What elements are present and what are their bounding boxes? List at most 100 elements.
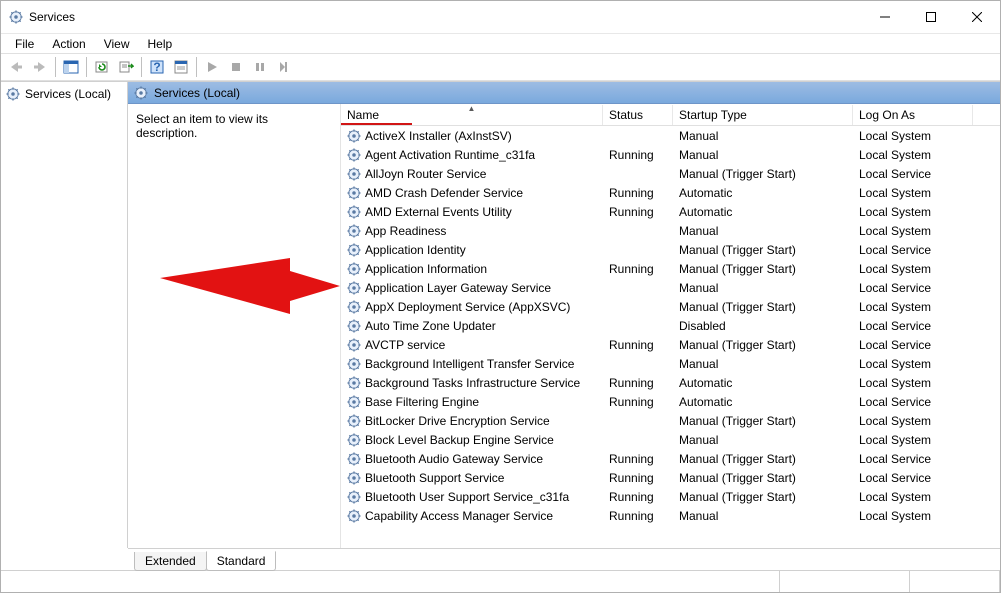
service-startup: Disabled — [673, 319, 853, 333]
column-label: Name — [347, 108, 379, 122]
service-logon: Local System — [853, 148, 973, 162]
service-status: Running — [603, 262, 673, 276]
toolbar-refresh[interactable] — [91, 56, 113, 78]
service-logon: Local Service — [853, 471, 973, 485]
list-rows[interactable]: ActiveX Installer (AxInstSV)ManualLocal … — [341, 126, 1000, 548]
service-startup: Manual — [673, 224, 853, 238]
toolbar-restart[interactable] — [273, 56, 295, 78]
toolbar-stop[interactable] — [225, 56, 247, 78]
navigation-pane: Services (Local) — [1, 82, 128, 548]
service-name: Auto Time Zone Updater — [365, 319, 496, 333]
service-row[interactable]: Application IdentityManual (Trigger Star… — [341, 240, 1000, 259]
tab-extended[interactable]: Extended — [134, 552, 207, 571]
service-row[interactable]: AllJoyn Router ServiceManual (Trigger St… — [341, 164, 1000, 183]
toolbar-start[interactable] — [201, 56, 223, 78]
service-name: AppX Deployment Service (AppXSVC) — [365, 300, 570, 314]
service-row[interactable]: Bluetooth Audio Gateway ServiceRunningMa… — [341, 449, 1000, 468]
service-startup: Manual (Trigger Start) — [673, 300, 853, 314]
toolbar-export[interactable] — [115, 56, 137, 78]
service-logon: Local Service — [853, 338, 973, 352]
service-logon: Local System — [853, 262, 973, 276]
service-startup: Automatic — [673, 205, 853, 219]
service-row[interactable]: Background Intelligent Transfer ServiceM… — [341, 354, 1000, 373]
titlebar: Services — [1, 1, 1000, 33]
gear-icon — [347, 300, 361, 314]
column-label: Startup Type — [679, 108, 747, 122]
maximize-button[interactable] — [908, 1, 954, 33]
service-startup: Manual (Trigger Start) — [673, 490, 853, 504]
nav-services-local[interactable]: Services (Local) — [4, 86, 124, 102]
toolbar-show-hide-tree[interactable] — [60, 56, 82, 78]
toolbar-back[interactable] — [5, 56, 27, 78]
service-status: Running — [603, 148, 673, 162]
service-startup: Automatic — [673, 395, 853, 409]
gear-icon — [347, 205, 361, 219]
service-row[interactable]: Application InformationRunningManual (Tr… — [341, 259, 1000, 278]
column-label: Status — [609, 108, 643, 122]
service-row[interactable]: Bluetooth User Support Service_c31faRunn… — [341, 487, 1000, 506]
service-logon: Local Service — [853, 281, 973, 295]
service-row[interactable]: AppX Deployment Service (AppXSVC) Manual … — [341, 297, 1000, 316]
services-list: Name ▲ Status Startup Type Log On As Act… — [340, 104, 1000, 548]
service-logon: Local System — [853, 186, 973, 200]
details-pane: Services (Local) Select an item to view … — [128, 82, 1000, 548]
service-name: Application Identity — [365, 243, 466, 257]
toolbar-forward[interactable] — [29, 56, 51, 78]
service-name: Application Layer Gateway Service — [365, 281, 551, 295]
service-row[interactable]: Background Tasks Infrastructure ServiceR… — [341, 373, 1000, 392]
nav-label: Services (Local) — [25, 87, 111, 101]
toolbar: ? — [1, 53, 1000, 81]
service-startup: Manual (Trigger Start) — [673, 262, 853, 276]
service-row[interactable]: Bluetooth Support ServiceRunningManual (… — [341, 468, 1000, 487]
column-header-status[interactable]: Status — [603, 105, 673, 125]
menu-action[interactable]: Action — [44, 35, 93, 53]
toolbar-help[interactable]: ? — [146, 56, 168, 78]
pane-header: Services (Local) — [128, 82, 1000, 104]
service-row[interactable]: AMD Crash Defender ServiceRunningAutomat… — [341, 183, 1000, 202]
service-logon: Local Service — [853, 243, 973, 257]
close-button[interactable] — [954, 1, 1000, 33]
service-row[interactable]: Capability Access Manager ServiceRunning… — [341, 506, 1000, 525]
service-row[interactable]: AVCTP serviceRunningManual (Trigger Star… — [341, 335, 1000, 354]
service-status: Running — [603, 490, 673, 504]
menu-help[interactable]: Help — [140, 35, 181, 53]
service-row[interactable]: Base Filtering EngineRunningAutomaticLoc… — [341, 392, 1000, 411]
service-name: ActiveX Installer (AxInstSV) — [365, 129, 512, 143]
gear-icon — [347, 262, 361, 276]
service-row[interactable]: Application Layer Gateway Service ManualL… — [341, 278, 1000, 297]
gear-icon — [347, 376, 361, 390]
minimize-button[interactable] — [862, 1, 908, 33]
tab-label: Standard — [217, 554, 266, 568]
service-name: Background Intelligent Transfer Service — [365, 357, 574, 371]
service-logon: Local System — [853, 490, 973, 504]
service-row[interactable]: BitLocker Drive Encryption ServiceManual… — [341, 411, 1000, 430]
column-header-logon[interactable]: Log On As — [853, 105, 973, 125]
svg-text:?: ? — [153, 60, 160, 74]
service-name: App Readiness — [365, 224, 446, 238]
toolbar-properties[interactable] — [170, 56, 192, 78]
toolbar-pause[interactable] — [249, 56, 271, 78]
gear-icon — [347, 281, 361, 295]
menu-file[interactable]: File — [7, 35, 42, 53]
column-header-name[interactable]: Name ▲ — [341, 105, 603, 125]
service-row[interactable]: ActiveX Installer (AxInstSV)ManualLocal … — [341, 126, 1000, 145]
service-startup: Manual — [673, 281, 853, 295]
service-logon: Local Service — [853, 395, 973, 409]
gear-icon — [347, 433, 361, 447]
service-name: AllJoyn Router Service — [365, 167, 486, 181]
gear-icon — [347, 471, 361, 485]
service-row[interactable]: AMD External Events UtilityRunningAutoma… — [341, 202, 1000, 221]
tab-label: Extended — [145, 554, 196, 568]
gear-icon — [134, 86, 148, 100]
gear-icon — [347, 414, 361, 428]
service-row[interactable]: Agent Activation Runtime_c31faRunningMan… — [341, 145, 1000, 164]
tab-standard[interactable]: Standard — [206, 551, 277, 571]
service-row[interactable]: App ReadinessManualLocal System — [341, 221, 1000, 240]
service-row[interactable]: Auto Time Zone UpdaterDisabledLocal Serv… — [341, 316, 1000, 335]
menu-view[interactable]: View — [96, 35, 138, 53]
service-status: Running — [603, 452, 673, 466]
gear-icon — [347, 224, 361, 238]
service-logon: Local System — [853, 433, 973, 447]
service-row[interactable]: Block Level Backup Engine ServiceManualL… — [341, 430, 1000, 449]
column-header-startup[interactable]: Startup Type — [673, 105, 853, 125]
